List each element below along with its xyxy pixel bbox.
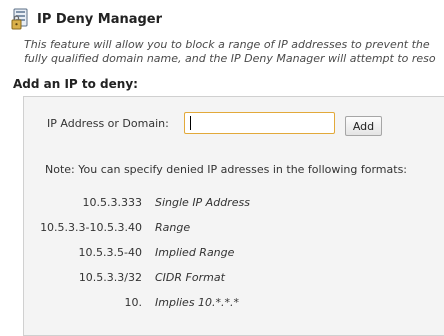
description-line-1: This feature will allow you to block a r… bbox=[24, 38, 430, 51]
add-ip-panel: IP Address or Domain: Add Note: You can … bbox=[23, 96, 444, 336]
format-row: 10.5.3.333 Single IP Address bbox=[24, 196, 444, 221]
format-example: 10.5.3.3-10.5.3.40 bbox=[40, 221, 142, 234]
format-description: Implied Range bbox=[155, 246, 235, 259]
format-row: 10. Implies 10.*.*.* bbox=[24, 296, 444, 321]
network-security-icon bbox=[11, 8, 28, 30]
format-row: 10.5.3.3-10.5.3.40 Range bbox=[24, 221, 444, 246]
format-example: 10. bbox=[124, 296, 143, 309]
page-title: IP Deny Manager bbox=[37, 11, 163, 27]
format-example: 10.5.3.5-40 bbox=[78, 246, 142, 259]
format-row: 10.5.3.5-40 Implied Range bbox=[24, 246, 444, 271]
ip-address-input[interactable] bbox=[184, 112, 335, 134]
format-row: 10.5.3.3/32 CIDR Format bbox=[24, 271, 444, 296]
format-description: Single IP Address bbox=[155, 196, 250, 209]
format-description: CIDR Format bbox=[155, 271, 225, 284]
ip-input-label: IP Address or Domain: bbox=[47, 117, 169, 130]
format-description: Range bbox=[155, 221, 191, 234]
formats-note: Note: You can specify denied IP adresses… bbox=[45, 163, 408, 176]
page-header: IP Deny Manager bbox=[11, 6, 162, 32]
page-description: This feature will allow you to block a r… bbox=[24, 38, 444, 66]
format-example: 10.5.3.333 bbox=[82, 196, 142, 209]
section-heading: Add an IP to deny: bbox=[13, 77, 138, 91]
text-cursor bbox=[190, 116, 191, 130]
description-line-2: fully qualified domain name, and the IP … bbox=[24, 52, 436, 65]
add-button[interactable]: Add bbox=[345, 116, 382, 136]
formats-list: 10.5.3.333 Single IP Address 10.5.3.3-10… bbox=[24, 196, 444, 321]
format-example: 10.5.3.3/32 bbox=[78, 271, 142, 284]
format-description: Implies 10.*.*.* bbox=[155, 296, 240, 309]
